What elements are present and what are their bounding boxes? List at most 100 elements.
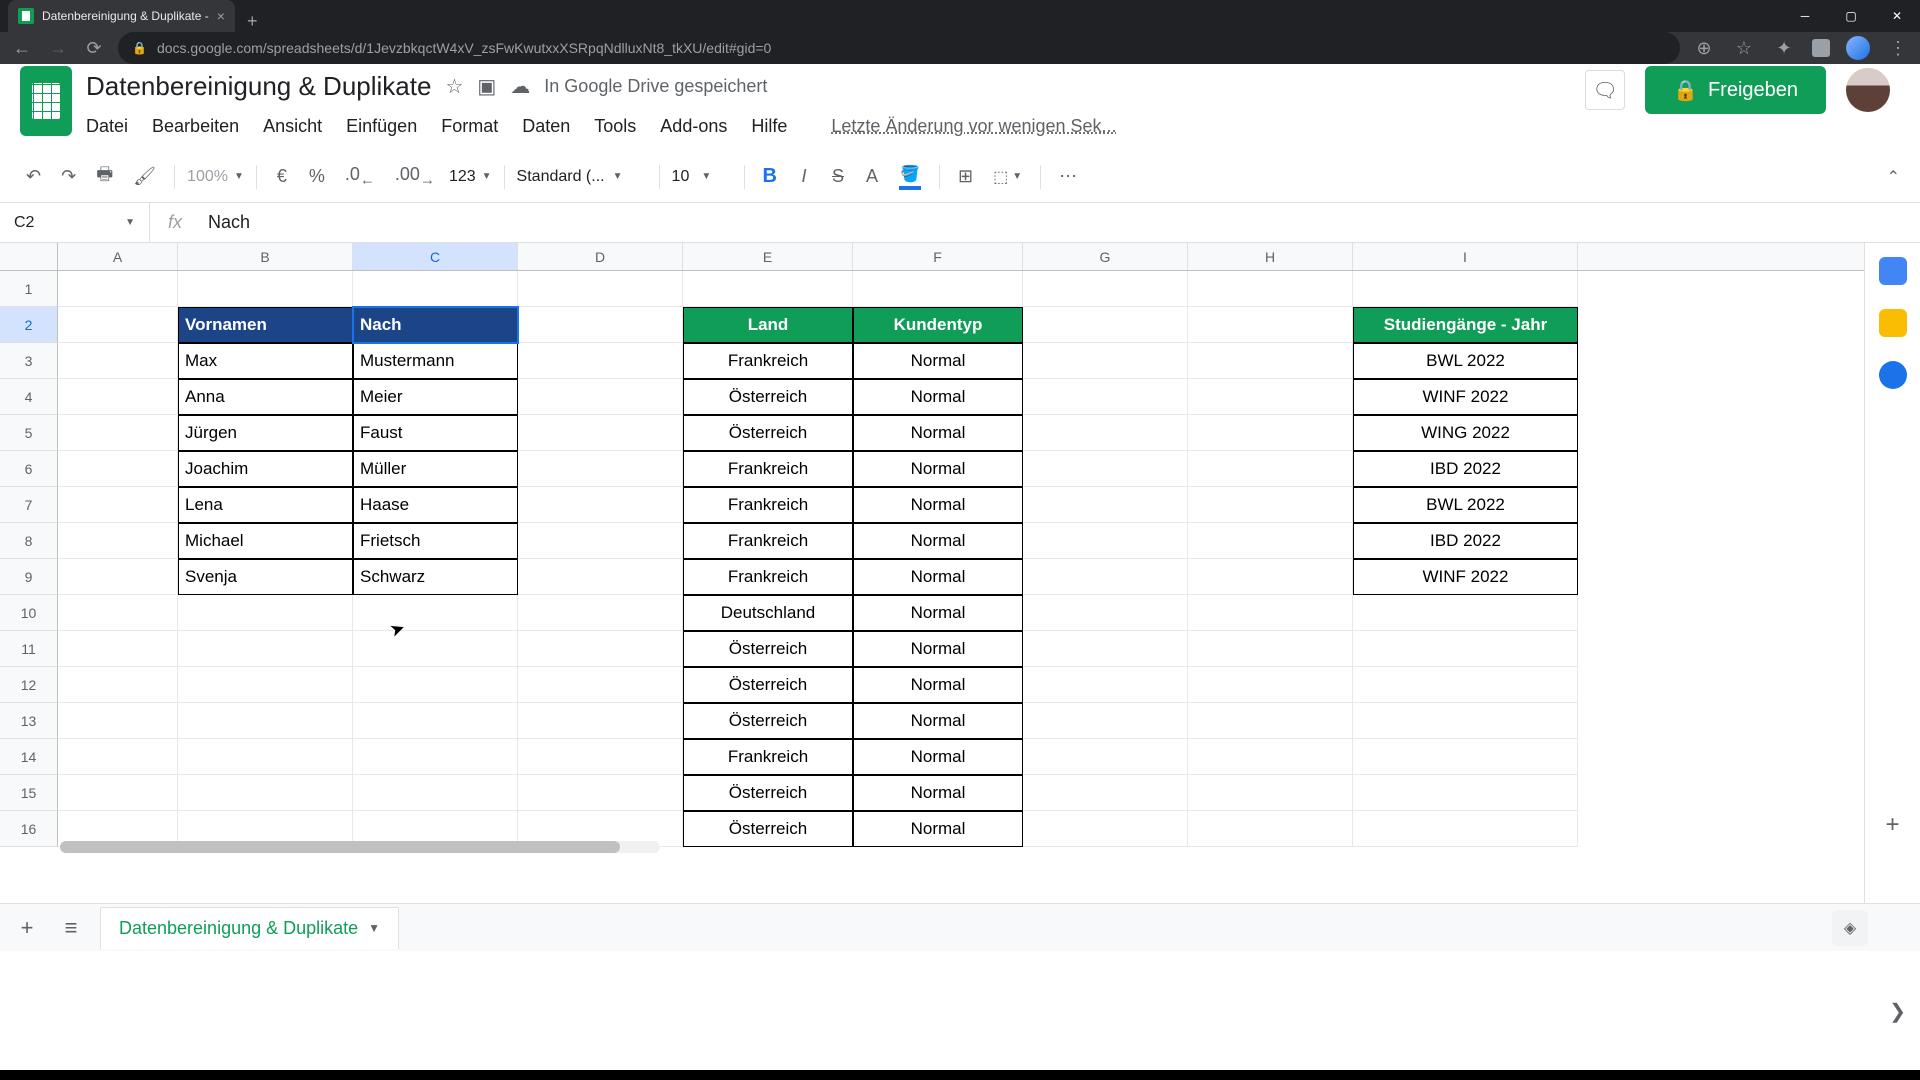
cell-F5[interactable]: Normal [853,415,1023,451]
cell-G9[interactable] [1023,559,1188,595]
cell-B6[interactable]: Joachim [178,451,353,487]
cell-C3[interactable]: Mustermann [353,343,518,379]
cell-H1[interactable] [1188,271,1353,307]
cell-E6[interactable]: Frankreich [683,451,853,487]
cell-D14[interactable] [518,739,683,775]
fill-color-button[interactable]: 🪣 [893,164,927,190]
sheet-tab-dropdown-icon[interactable]: ▼ [368,921,380,935]
cell-H9[interactable] [1188,559,1353,595]
row-header[interactable]: 2 [0,307,58,343]
cell-H3[interactable] [1188,343,1353,379]
maximize-button[interactable]: ▢ [1828,0,1874,32]
cell-E8[interactable]: Frankreich [683,523,853,559]
cell-G2[interactable] [1023,307,1188,343]
cell-B11[interactable] [178,631,353,667]
menu-tools[interactable]: Tools [594,116,636,137]
cell-H11[interactable] [1188,631,1353,667]
row-header[interactable]: 15 [0,775,58,811]
extensions-icon[interactable]: ✦ [1772,38,1796,59]
row-header[interactable]: 13 [0,703,58,739]
cell-I16[interactable] [1353,811,1578,847]
column-header-B[interactable]: B [178,243,353,270]
column-header-H[interactable]: H [1188,243,1353,270]
borders-button[interactable]: ⊞ [952,162,979,191]
tasks-icon[interactable] [1879,361,1907,389]
cell-E4[interactable]: Österreich [683,379,853,415]
cell-D15[interactable] [518,775,683,811]
menu-format[interactable]: Format [441,116,498,137]
cell-F2[interactable]: Kundentyp [853,307,1023,343]
cell-A13[interactable] [58,703,178,739]
formula-input[interactable]: Nach [200,212,1920,233]
sheet-tab[interactable]: Datenbereinigung & Duplikate ▼ [100,907,399,949]
cell-C13[interactable] [353,703,518,739]
keep-icon[interactable] [1879,309,1907,337]
cell-B7[interactable]: Lena [178,487,353,523]
cell-F12[interactable]: Normal [853,667,1023,703]
close-window-button[interactable]: ✕ [1874,0,1920,32]
cell-I6[interactable]: IBD 2022 [1353,451,1578,487]
more-tools-button[interactable]: ⋯ [1053,162,1083,191]
cell-G11[interactable] [1023,631,1188,667]
cell-G6[interactable] [1023,451,1188,487]
cell-D11[interactable] [518,631,683,667]
cell-B14[interactable] [178,739,353,775]
url-input[interactable]: 🔒 docs.google.com/spreadsheets/d/1Jevzbk… [118,32,1680,64]
cell-A9[interactable] [58,559,178,595]
bold-button[interactable]: B [757,161,783,192]
increase-decimal-button[interactable]: .00→ [389,160,441,193]
cell-F1[interactable] [853,271,1023,307]
cell-C2[interactable]: Nach [353,307,518,343]
cell-A1[interactable] [58,271,178,307]
cell-G16[interactable] [1023,811,1188,847]
cell-D13[interactable] [518,703,683,739]
cell-A5[interactable] [58,415,178,451]
menu-daten[interactable]: Daten [522,116,570,137]
column-header-I[interactable]: I [1353,243,1578,270]
cell-G10[interactable] [1023,595,1188,631]
column-header-F[interactable]: F [853,243,1023,270]
cell-B4[interactable]: Anna [178,379,353,415]
cell-E13[interactable]: Österreich [683,703,853,739]
cell-E5[interactable]: Österreich [683,415,853,451]
cell-E11[interactable]: Österreich [683,631,853,667]
new-tab-button[interactable]: + [235,11,270,32]
redo-button[interactable]: ↷ [55,162,82,191]
cell-H7[interactable] [1188,487,1353,523]
cell-F4[interactable]: Normal [853,379,1023,415]
cell-H10[interactable] [1188,595,1353,631]
cell-G4[interactable] [1023,379,1188,415]
cell-E9[interactable]: Frankreich [683,559,853,595]
cell-I13[interactable] [1353,703,1578,739]
cell-E7[interactable]: Frankreich [683,487,853,523]
cell-D7[interactable] [518,487,683,523]
menu-datei[interactable]: Datei [86,116,128,137]
comments-button[interactable]: 🗨 [1585,70,1625,110]
bookmark-icon[interactable]: ☆ [1732,38,1756,59]
cell-C9[interactable]: Schwarz [353,559,518,595]
move-folder-icon[interactable]: ▣ [477,74,496,99]
cell-C10[interactable] [353,595,518,631]
cell-F11[interactable]: Normal [853,631,1023,667]
row-header[interactable]: 11 [0,631,58,667]
cell-A10[interactable] [58,595,178,631]
cell-I9[interactable]: WINF 2022 [1353,559,1578,595]
cell-B12[interactable] [178,667,353,703]
horizontal-scrollbar[interactable] [60,841,660,853]
font-size-select[interactable]: 10 ▼ [672,168,732,186]
cell-G3[interactable] [1023,343,1188,379]
cell-A2[interactable] [58,307,178,343]
row-header[interactable]: 12 [0,667,58,703]
cell-D5[interactable] [518,415,683,451]
browser-profile-avatar[interactable] [1846,36,1870,60]
cell-D3[interactable] [518,343,683,379]
column-header-C[interactable]: C [353,243,518,270]
document-title[interactable]: Datenbereinigung & Duplikate [86,71,431,102]
cell-I8[interactable]: IBD 2022 [1353,523,1578,559]
cell-I7[interactable]: BWL 2022 [1353,487,1578,523]
back-button[interactable]: ← [10,38,34,59]
cell-G14[interactable] [1023,739,1188,775]
cell-E15[interactable]: Österreich [683,775,853,811]
menu-bearbeiten[interactable]: Bearbeiten [152,116,239,137]
cloud-status-icon[interactable]: ☁ [510,74,530,99]
